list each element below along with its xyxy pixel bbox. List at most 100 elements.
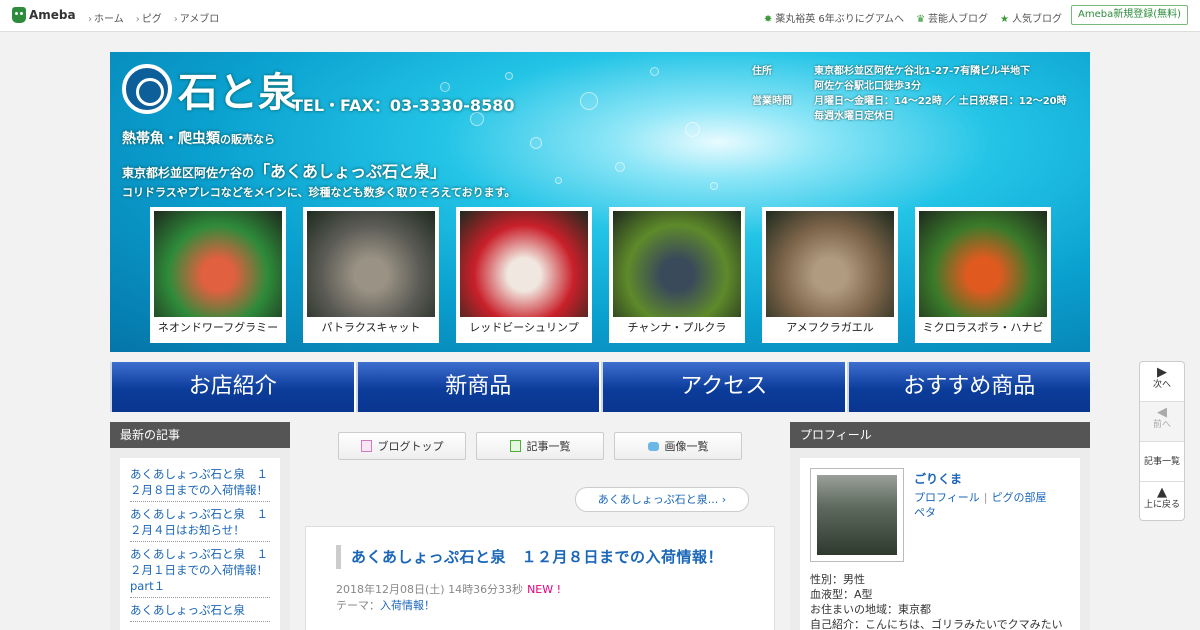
address-line-2: 阿佐ケ谷駅北口徒歩3分 — [814, 81, 921, 92]
shop-emblem-icon — [122, 64, 172, 114]
profile-panel: ごりくま プロフィール | ピグの部屋 ペタ 性別：男性 血液型：A型 お住まいの地… — [790, 448, 1090, 630]
fish-card[interactable]: パトラクスキャット — [303, 207, 439, 343]
profile-card: ごりくま プロフィール | ピグの部屋 ペタ 性別：男性 血液型：A型 お住まいの地… — [800, 458, 1080, 630]
shop-banner: 石と泉 TEL・FAX：03-3330-8580 住所 東京都杉並区阿佐ケ谷北1… — [110, 52, 1090, 352]
chevron-right-icon: › — [88, 14, 92, 25]
chevron-right-icon: › — [173, 14, 178, 25]
banner-line-3: コリドラスやプレコなどをメインに、珍種なども数多く取りそろえております。 — [122, 186, 516, 199]
signup-button[interactable]: Ameba新規登録(無料) — [1070, 5, 1188, 25]
article-date: 2018年12月08日(土) 14時36分33秒 NEW ! — [336, 583, 562, 596]
fish-caption: チャンナ・プルクラ — [627, 321, 727, 334]
camera-icon — [647, 441, 659, 451]
shop-tel: TEL・FAX：03-3330-8580 — [292, 96, 515, 115]
address-line-1: 東京都杉並区阿佐ケ谷北1-27-7有隣ビル半地下 — [814, 66, 1031, 77]
next-button[interactable]: ▶ 次へ — [1140, 362, 1184, 402]
fish-card[interactable]: アメフクラガエル — [762, 207, 898, 343]
avatar[interactable] — [810, 468, 904, 562]
previous-post-link[interactable]: あくあしょっぷ石と泉... › — [575, 487, 749, 512]
document-icon — [360, 440, 372, 452]
crown-icon: ♛ — [916, 14, 926, 25]
profile-name[interactable]: ごりくま — [914, 470, 962, 487]
hours-line-2: 毎週水曜日定休日 — [814, 111, 894, 122]
chevron-right-icon: › — [135, 14, 140, 25]
shop-menu: お店紹介 新商品 アクセス おすすめ商品 — [110, 362, 1090, 412]
star-icon: ★ — [1000, 14, 1009, 25]
global-header: Ameba › ホーム › ピグ › アメブロ ✸ 薬丸裕英 6年ぶりにグアムへ ♛ 芸能… — [0, 0, 1200, 32]
menu-new-items[interactable]: 新商品 — [355, 362, 599, 412]
global-nav-left: › ホーム › ピグ › アメブロ — [88, 10, 219, 25]
recent-post-link[interactable]: あくあしょっぷ石と泉 １２月４日はお知らせ！ — [130, 506, 270, 542]
menu-access[interactable]: アクセス — [601, 362, 845, 412]
peta-link[interactable]: ペタ — [914, 506, 936, 519]
chevron-right-icon: › — [721, 493, 727, 506]
theme-label: テーマ： — [336, 599, 380, 612]
new-badge: NEW ! — [527, 583, 562, 596]
nav-pig-link[interactable]: › ピグ — [136, 10, 162, 25]
nav-ameblo-link[interactable]: › アメブロ — [174, 10, 220, 25]
back-to-top-button[interactable]: ▲ 上に戻る — [1140, 482, 1184, 522]
banner-line-2: 東京都杉並区阿佐ケ谷の「あくあしょっぷ石と泉」 — [122, 162, 447, 181]
celebrity-blog-link[interactable]: ♛ 芸能人ブログ — [916, 10, 988, 25]
recent-post-link[interactable]: あくあしょっぷ石と泉 — [130, 602, 270, 622]
profile-link[interactable]: プロフィール — [914, 491, 980, 504]
fish-card[interactable]: チャンナ・プルクラ — [609, 207, 745, 343]
hours-line-1: 月曜日～金曜日：14～22時 ／ 土日祝祭日：12～20時 — [814, 96, 1067, 107]
triangle-up-icon: ▲ — [1157, 485, 1167, 500]
fish-card[interactable]: レッドビーシュリンプ — [456, 207, 592, 343]
fish-photo — [919, 211, 1047, 317]
global-nav-right: ✸ 薬丸裕英 6年ぶりにグアムへ ♛ 芸能人ブログ ★ 人気ブログ — [764, 10, 1062, 25]
fish-caption: アメフクラガエル — [786, 321, 874, 334]
recent-posts-heading: 最新の記事 — [110, 422, 290, 448]
menu-shop-intro[interactable]: お店紹介 — [110, 362, 354, 412]
profile-gender: 性別：男性 — [810, 573, 865, 586]
profile-blood: 血液型：A型 — [810, 588, 873, 601]
fish-photo — [613, 211, 741, 317]
avatar-photo — [817, 475, 897, 555]
profile-intro: 自己紹介：こんにちは、ゴリラみたいでクマみたい — [810, 618, 1063, 630]
blog-top-button[interactable]: ブログトップ — [338, 432, 466, 460]
profile-links: プロフィール | ピグの部屋 ペタ — [914, 490, 1047, 520]
fish-caption: ネオンドワーフグラミー — [157, 321, 279, 334]
fish-photo — [766, 211, 894, 317]
image-list-button[interactable]: 画像一覧 — [614, 432, 742, 460]
post-list-button[interactable]: 記事一覧 — [476, 432, 604, 460]
pig-room-link[interactable]: ピグの部屋 — [992, 491, 1047, 504]
prev-button[interactable]: ◀ 前へ — [1140, 402, 1184, 442]
divider: | — [983, 491, 988, 504]
profile-heading: プロフィール — [790, 422, 1090, 448]
recent-post-link[interactable]: あくあしょっぷ石と泉 １２月１日までの入荷情報！ part１ — [130, 546, 280, 598]
fish-photo — [460, 211, 588, 317]
article: あくあしょっぷ石と泉 １２月８日までの入荷情報！ 2018年12月08日(土) … — [305, 526, 775, 630]
profile-area: お住まいの地域：東京都 — [810, 603, 931, 616]
fish-caption: パトラクスキャット — [321, 321, 421, 334]
fish-photo — [307, 211, 435, 317]
nav-home-link[interactable]: › ホーム — [88, 10, 124, 25]
popular-blog-link[interactable]: ★ 人気ブログ — [1000, 10, 1062, 25]
post-list-side-button[interactable]: 記事一覧 — [1140, 442, 1184, 482]
fish-card[interactable]: ネオンドワーフグラミー — [150, 207, 286, 343]
menu-recommended[interactable]: おすすめ商品 — [846, 362, 1090, 412]
recent-posts-list: あくあしょっぷ石と泉 １２月８日までの入荷情報！ あくあしょっぷ石と泉 １２月４… — [120, 458, 280, 630]
news-link[interactable]: ✸ 薬丸裕英 6年ぶりにグアムへ — [764, 10, 904, 25]
play-left-icon: ◀ — [1157, 405, 1167, 420]
ameba-logo[interactable]: Ameba — [12, 7, 76, 23]
blog-nav-buttons: ブログトップ 記事一覧 画像一覧 — [338, 432, 742, 460]
ameba-logo-icon — [12, 7, 26, 23]
article-title[interactable]: あくあしょっぷ石と泉 １２月８日までの入荷情報！ — [336, 545, 723, 569]
floating-side-nav: ▶ 次へ ◀ 前へ 記事一覧 ▲ 上に戻る — [1139, 361, 1185, 521]
fish-photo — [154, 211, 282, 317]
article-theme: テーマ：入荷情報！ — [336, 597, 435, 613]
fish-caption: ミクロラスボラ・ハナビ — [922, 321, 1044, 334]
fish-caption: レッドビーシュリンプ — [469, 321, 579, 334]
shop-name: 石と泉 — [178, 70, 298, 116]
recent-post-link[interactable]: あくあしょっぷ石と泉 １２月８日までの入荷情報！ — [130, 466, 270, 502]
address-label: 住所 — [752, 66, 772, 77]
hours-label: 営業時間 — [752, 96, 792, 107]
profile-info: 性別：男性 血液型：A型 お住まいの地域：東京都 自己紹介：こんにちは、ゴリラみ… — [810, 572, 1063, 630]
star-icon: ✸ — [763, 14, 773, 25]
recent-posts-panel: あくあしょっぷ石と泉 １２月８日までの入荷情報！ あくあしょっぷ石と泉 １２月４… — [110, 448, 290, 630]
fish-card[interactable]: ミクロラスボラ・ハナビ — [915, 207, 1051, 343]
play-right-icon: ▶ — [1157, 365, 1167, 380]
theme-link[interactable]: 入荷情報！ — [380, 599, 435, 612]
banner-line-1: 熱帯魚・爬虫類の販売なら — [122, 131, 275, 147]
